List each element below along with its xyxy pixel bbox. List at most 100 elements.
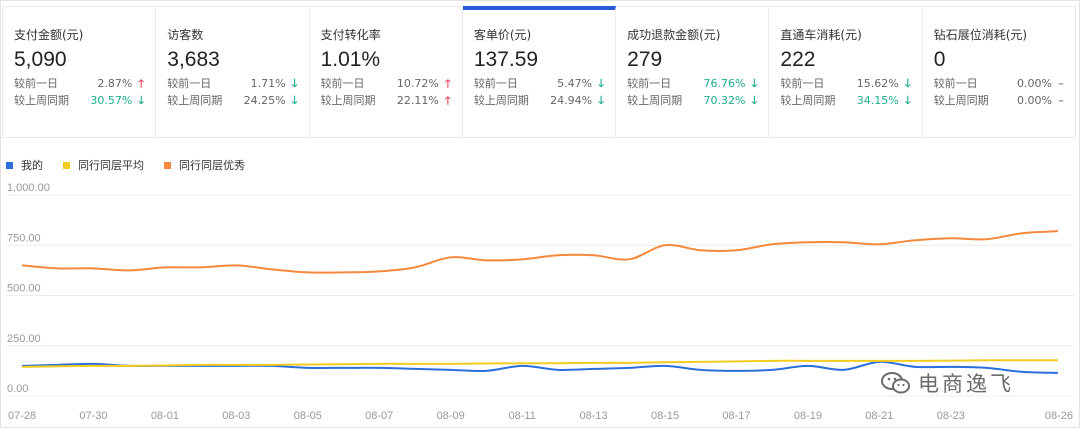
metric-title: 支付金额(元) [14,28,84,42]
metric-card[interactable]: 支付金额(元) 5,090 较前一日 2.87% 🡑 较上周同期 30.57% 🡓 [2,6,157,138]
comparison-percent: 70.32% [703,94,746,107]
x-tick-label: 08-09 [437,410,465,422]
arrow-down-icon: 🡓 [751,77,758,90]
comparison-percent: 1.71% [250,77,286,90]
dash-icon: – [1058,77,1064,90]
metric-card[interactable]: 客单价(元) 137.59 较前一日 5.47% 🡓 较上周同期 24.94% 🡓 [462,6,617,138]
comparison-label: 较上周同期 [933,94,989,107]
comparison-label: 较上周同期 [473,94,529,107]
arrow-down-icon: 🡓 [598,94,604,107]
dash-icon: – [1058,94,1064,107]
watermark-text: 电商逸飞 [918,372,1014,396]
x-tick-label: 08-19 [794,410,822,422]
y-tick-label: 1,000.00 [7,182,50,194]
comparison-row: 较上周同期 34.15% 🡓 [780,94,913,108]
metric-card[interactable]: 钻石展位消耗(元) 0 较前一日 0.00% – 较上周同期 0.00% – [922,6,1076,138]
comparison-percent: 30.57% [90,94,133,107]
comparison-percent: 2.87% [97,77,133,90]
comparison-percent: 24.25% [243,94,286,107]
x-tick-label: 08-21 [865,410,893,422]
comparison-percent: 76.76% [703,77,746,90]
watermark: 电商逸飞 [880,368,1014,398]
legend-swatch [63,161,70,169]
metric-value: 0 [933,48,946,71]
y-tick-label: 250.00 [7,333,41,345]
x-tick-label: 07-28 [8,410,36,422]
x-tick-label: 08-03 [222,410,250,422]
legend-label: 同行同层平均 [78,159,144,172]
metric-card[interactable]: 访客数 3,683 较前一日 1.71% 🡓 较上周同期 24.25% 🡓 [156,6,310,138]
metric-card[interactable]: 成功退款金额(元) 279 较前一日 76.76% 🡓 较上周同期 70.32% 🡓 [616,6,770,138]
y-tick-label: 500.00 [7,283,41,295]
comparison-percent: 22.11% [396,94,439,107]
legend-item[interactable]: 同行同层平均 [63,157,144,173]
metric-title: 成功退款金额(元) [627,28,721,42]
x-tick-label: 08-01 [151,410,179,422]
comparison-percent: 34.15% [856,94,899,107]
x-tick-label: 08-11 [508,410,535,422]
legend-item[interactable]: 同行同层优秀 [164,157,245,173]
arrow-down-icon: 🡓 [138,94,145,107]
comparison-label: 较上周同期 [167,94,223,107]
arrow-down-icon: 🡓 [904,77,911,90]
wechat-icon [881,372,910,394]
arrow-up-icon: 🡑 [444,94,451,107]
comparison-row: 较前一日 15.62% 🡓 [780,77,913,91]
metric-title: 支付转化率 [320,28,381,42]
legend-label: 我的 [21,159,43,172]
comparison-percent: 5.47% [557,77,593,90]
series-line[interactable] [21,230,1059,274]
y-tick-label: 0.00 [7,383,28,395]
x-tick-label: 08-23 [937,410,965,422]
comparison-row: 较上周同期 24.25% 🡓 [167,94,300,108]
comparison-row: 较前一日 10.72% 🡑 [321,77,454,91]
metric-title: 直通车消耗(元) [780,28,862,42]
comparison-row: 较上周同期 0.00% – [934,94,1067,108]
legend-swatch [164,161,171,169]
comparison-label: 较前一日 [167,77,212,90]
comparison-label: 较上周同期 [780,94,836,107]
comparison-percent: 10.72% [396,77,439,90]
comparison-row: 较前一日 76.76% 🡓 [627,77,760,91]
comparison-percent: 0.00% [1017,77,1052,90]
y-tick-label: 750.00 [7,232,41,244]
comparison-percent: 24.94% [550,94,593,107]
metric-value: 279 [627,48,663,71]
comparison-row: 较前一日 1.71% 🡓 [167,77,300,91]
comparison-percent: 0.00% [1017,94,1052,107]
comparison-row: 较上周同期 30.57% 🡓 [14,94,147,108]
x-tick-label: 08-07 [365,410,393,422]
x-tick-label: 08-17 [722,410,750,422]
metric-card[interactable]: 支付转化率 1.01% 较前一日 10.72% 🡑 较上周同期 22.11% 🡑 [309,6,463,138]
comparison-label: 较前一日 [14,77,58,90]
comparison-percent: 15.62% [856,77,899,90]
arrow-down-icon: 🡓 [291,94,298,107]
metric-value: 222 [780,48,816,71]
comparison-row: 较上周同期 22.11% 🡑 [321,94,454,108]
metric-value: 3,683 [167,48,220,71]
metric-value: 1.01% [320,48,381,71]
x-tick-label: 08-26 [1045,410,1073,422]
legend-item[interactable]: 我的 [6,157,43,173]
arrow-up-icon: 🡑 [444,77,451,90]
metric-value: 5,090 [14,48,67,71]
comparison-row: 较上周同期 24.94% 🡓 [474,94,607,108]
comparison-row: 较前一日 5.47% 🡓 [474,77,607,91]
arrow-down-icon: 🡓 [291,77,298,90]
arrow-down-icon: 🡓 [751,94,758,107]
arrow-down-icon: 🡓 [904,94,911,107]
arrow-up-icon: 🡑 [138,77,145,90]
comparison-row: 较前一日 2.87% 🡑 [14,77,147,91]
chart-legend: 我的 同行同层平均 同行同层优秀 [6,157,265,173]
comparison-row: 较上周同期 70.32% 🡓 [627,94,760,108]
metric-title: 钻石展位消耗(元) [933,28,1028,42]
comparison-label: 较上周同期 [320,94,376,107]
comparison-label: 较前一日 [933,77,978,90]
legend-swatch [6,161,13,169]
comparison-label: 较前一日 [473,77,518,90]
x-tick-label: 07-30 [79,410,107,422]
comparison-row: 较前一日 0.00% – [934,77,1067,91]
x-tick-label: 08-13 [580,410,608,422]
metric-card[interactable]: 直通车消耗(元) 222 较前一日 15.62% 🡓 较上周同期 34.15% 🡓 [769,6,923,138]
arrow-down-icon: 🡓 [598,77,604,90]
